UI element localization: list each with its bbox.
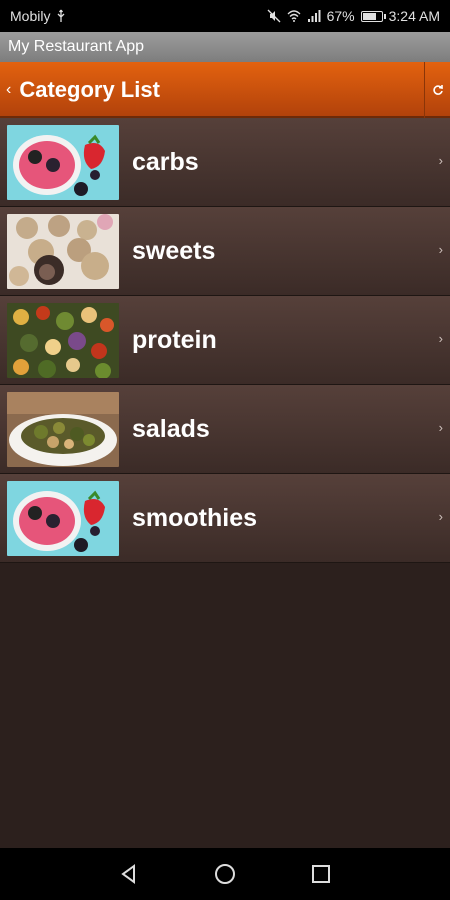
list-item-label: salads [132,415,210,443]
chevron-right-icon: › [438,420,443,435]
wifi-icon [287,10,301,22]
list-item-smoothies[interactable]: smoothies › [0,474,450,563]
list-item-label: smoothies [132,504,258,532]
system-navigation-bar [0,848,450,900]
clock: 3:24 AM [388,8,440,24]
carrier-name: Mobily [10,8,51,24]
navigation-bar: ‹ Category List [0,62,450,118]
chevron-right-icon: › [438,242,443,257]
list-item-sweets[interactable]: sweets › [0,207,450,296]
signal-icon [307,10,321,22]
system-recents-button[interactable] [309,862,333,886]
berry-smoothie-photo [7,125,119,200]
app-title: My Restaurant App [8,38,145,55]
cookie-balls-photo [7,214,119,289]
refresh-icon [432,85,443,95]
list-item-protein[interactable]: protein › [0,296,450,385]
battery-icon [360,10,386,22]
list-item-salads[interactable]: salads › [0,385,450,474]
system-back-button[interactable] [117,862,141,886]
status-bar-right: 67% 3:24 AM [267,8,440,24]
back-button[interactable]: ‹ Category List [0,62,160,118]
chevron-right-icon: › [438,509,443,524]
status-bar-left: Mobily [10,8,68,24]
refresh-button[interactable] [424,62,450,118]
berry-smoothie-photo [7,481,119,556]
triangle-back-icon [121,864,135,884]
circle-home-icon [215,864,235,884]
battery-percent: 67% [326,8,355,24]
page-title: Category List [19,77,160,102]
app-title-bar: My Restaurant App [0,32,450,62]
chevron-right-icon: › [438,153,443,168]
chevron-left-icon: ‹ [6,81,12,98]
square-recents-icon [312,865,330,883]
list-item-label: sweets [132,237,216,265]
category-list: carbs › sweets › protein › salads › smoo… [0,118,450,563]
system-home-button[interactable] [213,862,237,886]
chevron-right-icon: › [438,331,443,346]
roasted-vegetables-photo [7,303,119,378]
status-bar: Mobily 67% 3:24 AM [0,0,450,32]
usb-icon [58,9,65,22]
list-item-label: protein [132,326,217,354]
brussels-sprouts-plate-photo [7,392,119,467]
mute-icon [267,9,281,23]
list-item-label: carbs [132,148,199,176]
list-item-carbs[interactable]: carbs › [0,118,450,207]
